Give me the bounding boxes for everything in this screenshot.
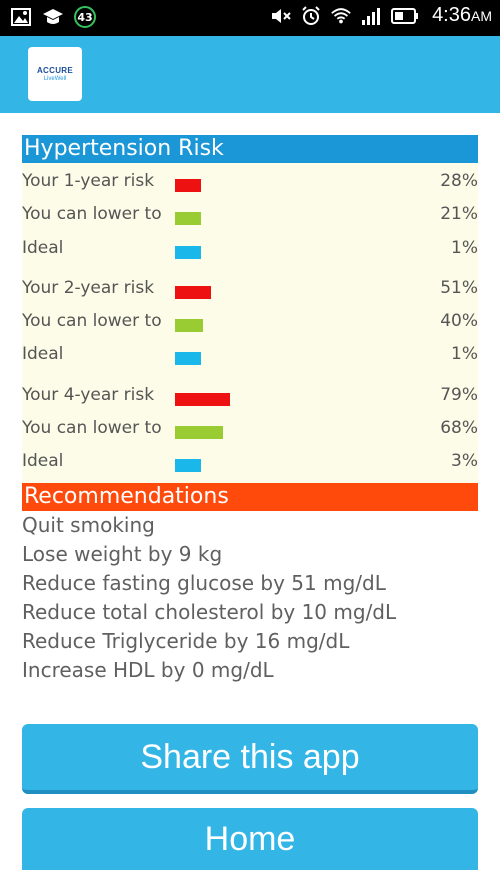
recommendation-item: Reduce Triglyceride by 16 mg/dL (22, 628, 350, 653)
risk-row: Ideal 1% (22, 340, 478, 373)
risk-row-label: You can lower to (22, 418, 162, 439)
risk-bar (175, 285, 211, 299)
risk-row: Ideal 1% (22, 234, 478, 267)
risk-row-value: 79% (440, 384, 478, 405)
risk-row-label: Your 2-year risk (22, 277, 155, 298)
risk-bar (175, 459, 201, 473)
risk-row-label: Ideal (22, 344, 64, 365)
share-app-button[interactable]: Share this app (22, 724, 478, 794)
risk-bar (175, 426, 223, 440)
status-right-icons: 4:36AM (270, 4, 492, 27)
battery-icon (390, 5, 420, 27)
risk-bar (175, 212, 201, 226)
risk-row-value: 1% (451, 344, 478, 365)
risk-row-value: 51% (440, 277, 478, 298)
risk-row: You can lower to 68% (22, 414, 478, 447)
risk-bar (175, 179, 201, 192)
risk-row-label: Ideal (22, 451, 64, 472)
risk-row-value: 40% (440, 311, 478, 332)
risk-row-value: 1% (451, 237, 478, 258)
risk-group-spacer (22, 267, 478, 274)
risk-bar (175, 245, 201, 259)
risk-row-label: Your 1-year risk (22, 171, 155, 191)
risk-row: You can lower to 40% (22, 307, 478, 340)
logo-subtitle: LiveWell (43, 76, 67, 82)
app-bar: ACCURE LiveWell (0, 36, 500, 113)
graduation-cap-icon (42, 6, 64, 28)
risk-bar (175, 352, 201, 366)
risk-group-spacer (22, 374, 478, 381)
main-content: Hypertension Risk Your 1-year risk 28% You… (22, 135, 478, 685)
risk-table: Your 1-year risk 28% You can lower to 21% Id… (22, 163, 478, 483)
risk-row-value: 28% (440, 171, 478, 191)
wifi-icon (330, 5, 352, 27)
status-time: 4:36AM (432, 4, 492, 26)
risk-row-label: You can lower to (22, 204, 162, 225)
home-button[interactable]: Home (22, 808, 478, 870)
logo-title: ACCURE (36, 66, 74, 75)
risk-row-value: 21% (440, 204, 478, 225)
risk-row-value: 68% (440, 418, 478, 439)
risk-row-label: Your 4-year risk (22, 384, 155, 405)
recommendation-item: Lose weight by 9 kg (22, 541, 223, 566)
signal-icon (360, 5, 382, 27)
gallery-icon (10, 6, 32, 28)
risk-row: Your 1-year risk 28% (22, 167, 478, 200)
risk-row: You can lower to 21% (22, 200, 478, 233)
recommendation-item: Increase HDL by 0 mg/dL (22, 657, 274, 682)
risk-row: Your 4-year risk 79% (22, 381, 478, 414)
mute-icon (270, 5, 292, 27)
status-bar: 43 4:36AM (0, 0, 500, 36)
recommendations-title: Recommendations (22, 482, 478, 511)
recommendation-item: Reduce fasting glucose by 51 mg/dL (22, 570, 386, 595)
status-left-icons: 43 (10, 6, 96, 28)
app-logo[interactable]: ACCURE LiveWell (28, 47, 82, 101)
risk-bar (175, 392, 230, 406)
risk-row-label: Ideal (22, 237, 64, 258)
risk-row-label: You can lower to (22, 311, 162, 332)
risk-row: Your 2-year risk 51% (22, 274, 478, 307)
recommendation-item: Quit smoking (22, 512, 155, 537)
risk-row: Ideal 3% (22, 447, 478, 480)
recommendations-list: Quit smoking Lose weight by 9 kg Reduce fa… (22, 511, 478, 685)
risk-section-title: Hypertension Risk (22, 135, 478, 163)
recommendation-item: Reduce total cholesterol by 10 mg/dL (22, 599, 397, 624)
risk-row-value: 3% (451, 451, 478, 472)
risk-bar (175, 319, 203, 333)
battery-badge: 43 (74, 6, 96, 28)
alarm-icon (300, 5, 322, 27)
